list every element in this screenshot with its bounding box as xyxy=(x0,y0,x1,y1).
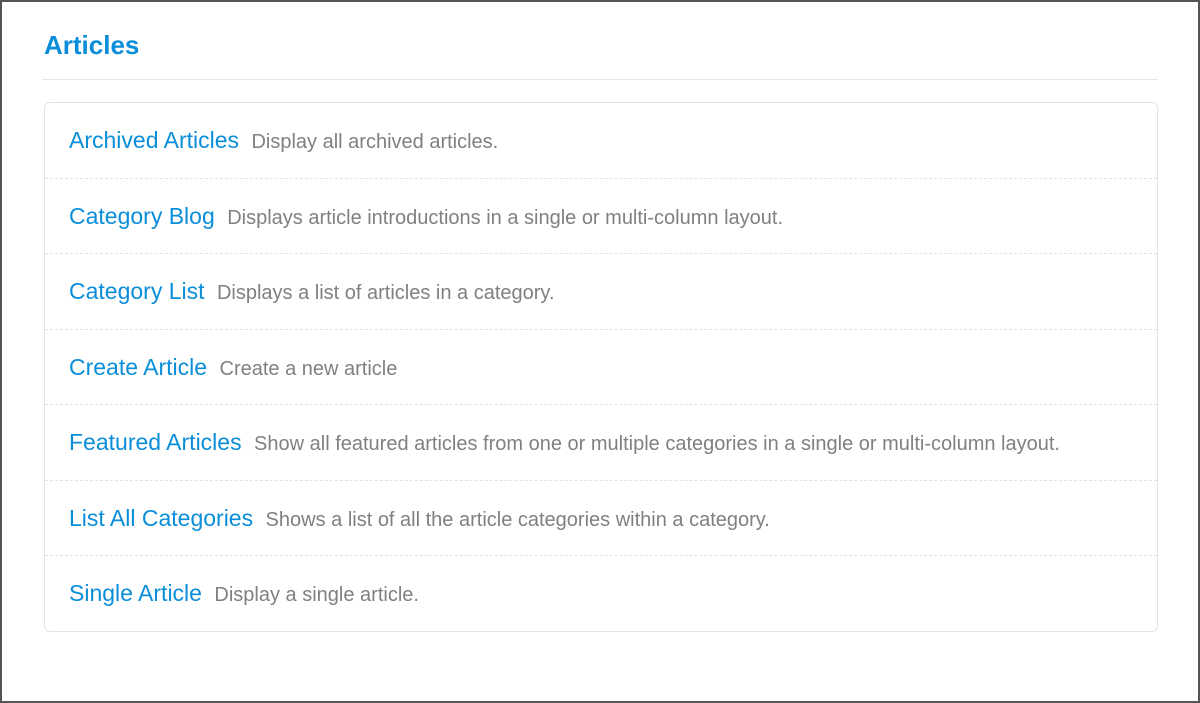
link-archived-articles[interactable]: Archived Articles xyxy=(69,127,239,153)
articles-panel: Articles Archived Articles Display all a… xyxy=(2,2,1198,652)
list-item-create-article[interactable]: Create Article Create a new article xyxy=(45,329,1157,405)
section-title: Articles xyxy=(44,30,1158,61)
desc-featured-articles: Show all featured articles from one or m… xyxy=(254,433,1060,455)
menu-type-list: Archived Articles Display all archived a… xyxy=(44,102,1158,632)
desc-category-list: Displays a list of articles in a categor… xyxy=(217,282,555,304)
desc-list-all-categories: Shows a list of all the article categori… xyxy=(266,509,770,531)
link-category-blog[interactable]: Category Blog xyxy=(69,203,215,229)
link-create-article[interactable]: Create Article xyxy=(69,354,207,380)
link-list-all-categories[interactable]: List All Categories xyxy=(69,505,253,531)
list-item-category-blog[interactable]: Category Blog Displays article introduct… xyxy=(45,178,1157,254)
section-divider xyxy=(42,79,1158,80)
link-category-list[interactable]: Category List xyxy=(69,278,205,304)
desc-archived-articles: Display all archived articles. xyxy=(251,131,498,153)
list-item-archived-articles[interactable]: Archived Articles Display all archived a… xyxy=(45,103,1157,178)
link-featured-articles[interactable]: Featured Articles xyxy=(69,429,242,455)
desc-create-article: Create a new article xyxy=(220,358,398,380)
list-item-category-list[interactable]: Category List Displays a list of article… xyxy=(45,253,1157,329)
desc-single-article: Display a single article. xyxy=(214,584,419,606)
list-item-featured-articles[interactable]: Featured Articles Show all featured arti… xyxy=(45,404,1157,480)
list-item-single-article[interactable]: Single Article Display a single article. xyxy=(45,555,1157,631)
list-item-list-all-categories[interactable]: List All Categories Shows a list of all … xyxy=(45,480,1157,556)
link-single-article[interactable]: Single Article xyxy=(69,580,202,606)
desc-category-blog: Displays article introductions in a sing… xyxy=(227,207,783,229)
